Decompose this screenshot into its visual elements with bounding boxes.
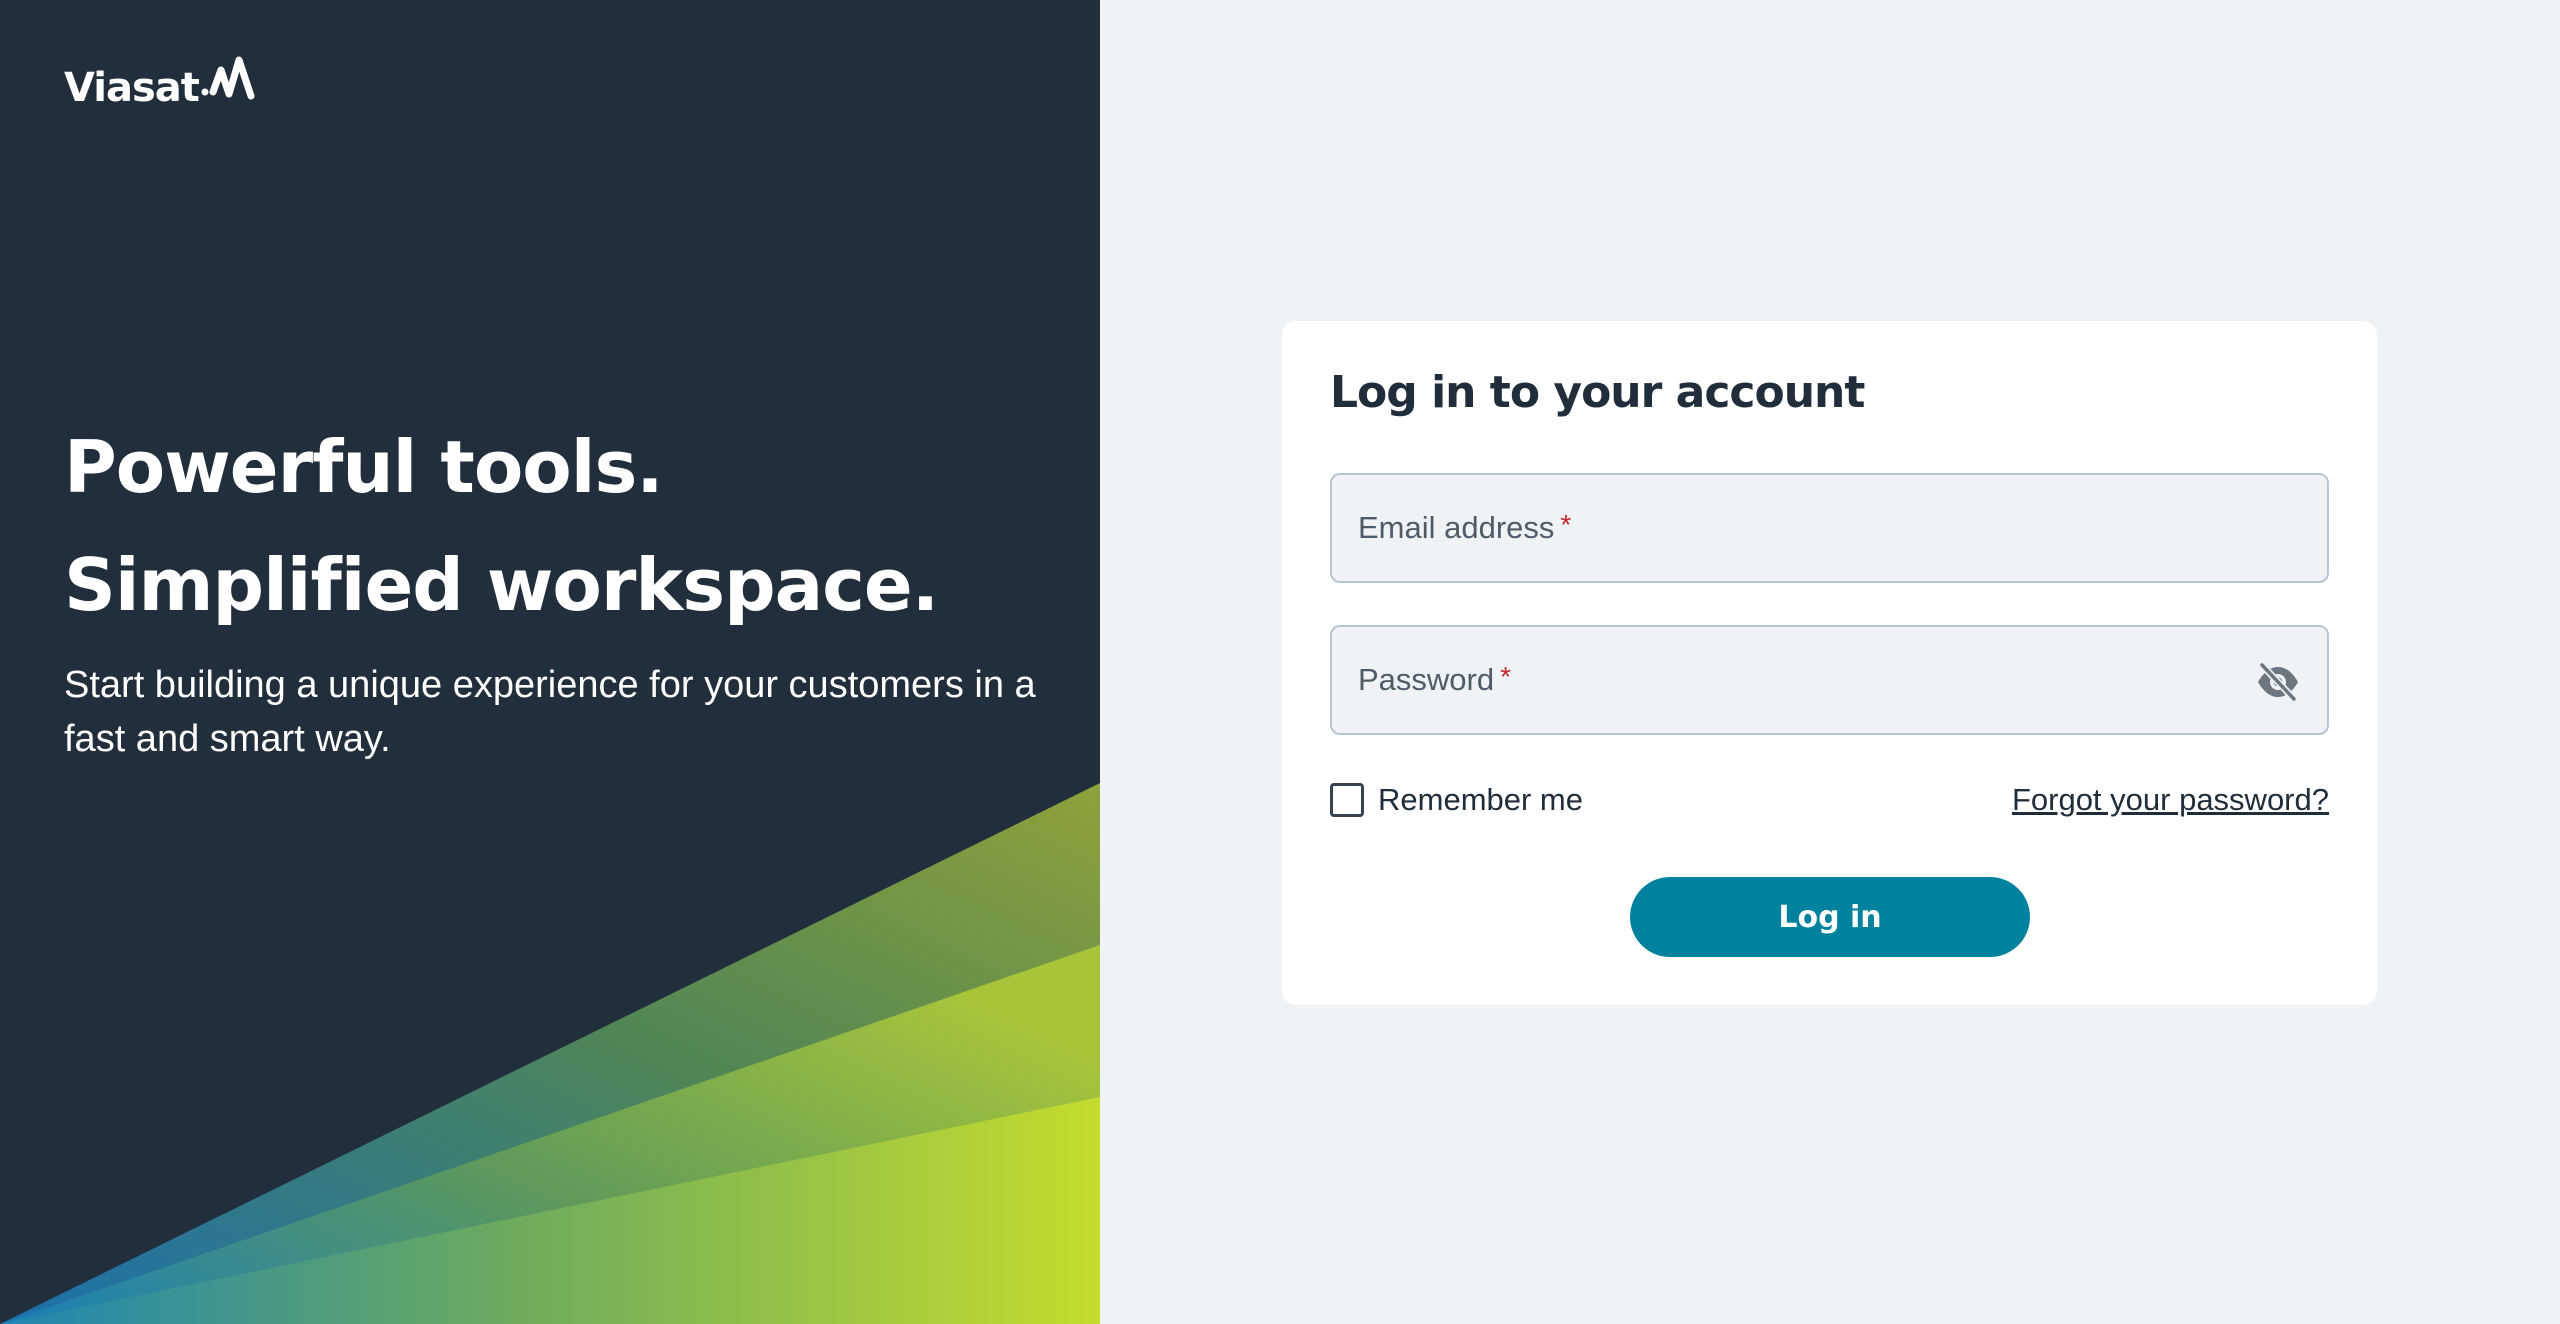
- hero-headline-line-2: Simplified workspace.: [64, 543, 939, 627]
- login-button[interactable]: Log in: [1630, 877, 2030, 957]
- password-field[interactable]: Password *: [1330, 625, 2329, 735]
- brand-logo: Viasat: [64, 56, 255, 108]
- hero-section: Powerful tools. Simplified workspace. St…: [64, 408, 1064, 766]
- password-field-label: Password: [1358, 662, 1495, 697]
- forgot-password-link[interactable]: Forgot your password?: [2012, 782, 2329, 818]
- remember-me[interactable]: Remember me: [1330, 782, 1583, 818]
- required-marker: *: [1560, 509, 1572, 540]
- remember-me-checkbox[interactable]: [1330, 783, 1364, 817]
- hero-headline-line-1: Powerful tools.: [64, 425, 664, 509]
- eye-slash-icon[interactable]: [2255, 660, 2301, 704]
- login-card: Log in to your account Email address * P…: [1282, 321, 2377, 1005]
- login-title: Log in to your account: [1330, 367, 1865, 418]
- login-panel: Log in to your account Email address * P…: [1100, 0, 2560, 1324]
- brand-name: Viasat: [64, 65, 200, 111]
- login-page: Viasat Powerful tools. Simplified worksp…: [0, 0, 2560, 1324]
- hero-subtitle: Start building a unique experience for y…: [64, 664, 1036, 760]
- email-field[interactable]: Email address *: [1330, 473, 2329, 583]
- login-options-row: Remember me Forgot your password?: [1330, 777, 2329, 823]
- email-field-label: Email address: [1358, 510, 1555, 545]
- remember-me-label: Remember me: [1378, 782, 1583, 817]
- marketing-panel: Viasat Powerful tools. Simplified worksp…: [0, 0, 1100, 1324]
- viasat-wave-logo-icon: [201, 56, 255, 100]
- required-marker: *: [1500, 661, 1512, 692]
